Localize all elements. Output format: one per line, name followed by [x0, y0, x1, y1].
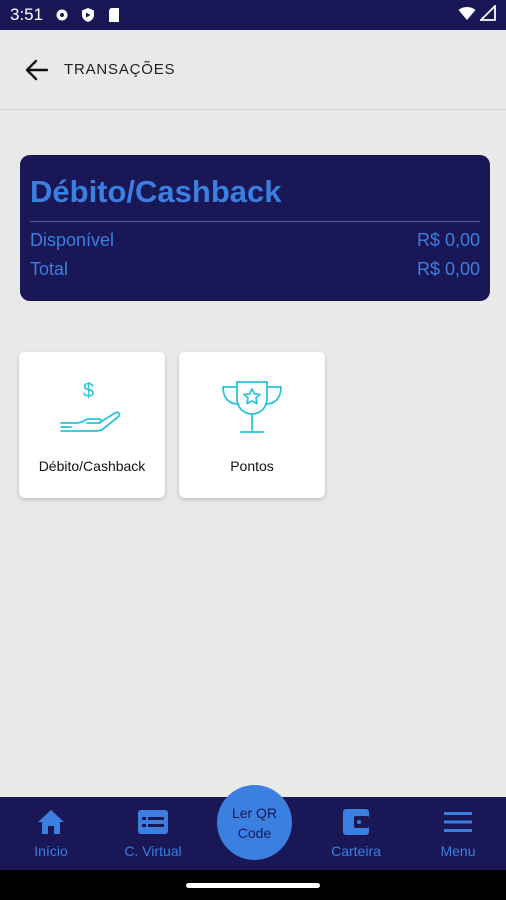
tile-label: Pontos: [230, 458, 274, 474]
tile-pontos[interactable]: Pontos: [179, 352, 325, 498]
virtual-card-icon: [137, 807, 169, 837]
home-icon: [35, 807, 67, 837]
settings-gear-icon: [53, 6, 71, 24]
wallet-icon: [340, 807, 372, 837]
wifi-icon: [458, 5, 476, 26]
svg-text:$: $: [83, 380, 94, 402]
balance-card-title: Débito/Cashback: [30, 174, 282, 209]
balance-card: Débito/Cashback Disponível R$ 0,00 Total…: [20, 155, 490, 301]
nav-label: Carteira: [331, 843, 381, 859]
gesture-bar: [0, 870, 506, 900]
status-time: 3:51: [10, 5, 44, 24]
back-arrow-icon[interactable]: [22, 55, 52, 85]
page-title: TRANSAÇÕES: [64, 61, 176, 78]
tile-debito-cashback[interactable]: $ Débito/Cashback: [19, 352, 165, 498]
hand-dollar-icon: $: [57, 378, 127, 438]
total-label: Total: [30, 259, 69, 279]
nav-item-carteira[interactable]: Carteira: [306, 797, 406, 870]
nav-label: C. Virtual: [124, 843, 182, 859]
menu-icon: [442, 807, 474, 837]
available-label: Disponível: [30, 230, 115, 250]
app-bar: TRANSAÇÕES: [0, 30, 506, 110]
signal-icon: [478, 3, 496, 26]
qr-button-line1: Ler QR: [231, 804, 278, 821]
shield-icon: [79, 6, 97, 24]
sd-card-icon: [105, 6, 123, 24]
nav-label: Início: [34, 843, 68, 859]
tile-label: Débito/Cashback: [38, 458, 146, 474]
trophy-icon: [217, 378, 287, 438]
status-bar: 3:51: [0, 0, 506, 30]
nav-label: Menu: [440, 843, 476, 859]
nav-item-menu[interactable]: Menu: [408, 797, 506, 870]
nav-item-c-virtual[interactable]: C. Virtual: [103, 797, 203, 870]
qr-button-line2: Code: [237, 824, 272, 841]
total-value: R$ 0,00: [416, 259, 480, 279]
home-gesture-pill[interactable]: [186, 883, 320, 888]
card-divider: [30, 221, 480, 222]
available-value: R$ 0,00: [416, 230, 480, 250]
qr-code-button[interactable]: Ler QR Code: [217, 785, 292, 860]
total-balance-row: Total R$ 0,00: [30, 255, 480, 284]
nav-item-inicio[interactable]: Início: [1, 797, 101, 870]
available-balance-row: Disponível R$ 0,00: [30, 226, 480, 255]
